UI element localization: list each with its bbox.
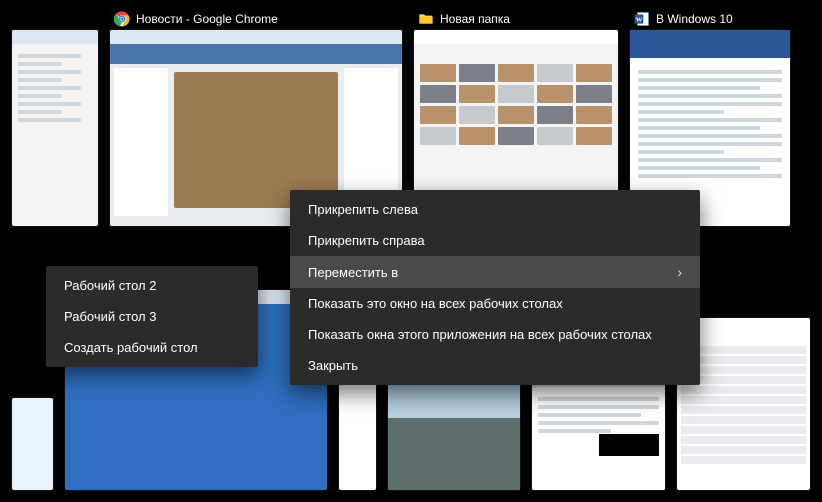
menu-item-label: Закрыть bbox=[308, 358, 358, 373]
task-view: Новости - Google Chrome Новая папка bbox=[0, 0, 822, 502]
menu-item-label: Рабочий стол 2 bbox=[64, 278, 156, 293]
word-icon: W bbox=[634, 11, 650, 27]
folder-icon bbox=[418, 11, 434, 27]
menu-item-label: Создать рабочий стол bbox=[64, 340, 198, 355]
svg-text:W: W bbox=[636, 17, 643, 24]
chevron-right-icon: › bbox=[677, 264, 682, 280]
window-title-label: В Windows 10 bbox=[656, 12, 733, 26]
window-title-label: Новости - Google Chrome bbox=[136, 12, 278, 26]
window-thumbnail-unlabeled[interactable] bbox=[12, 10, 98, 226]
window-title-bar: Новая папка bbox=[414, 10, 618, 30]
submenu-item-new-desktop[interactable]: Создать рабочий стол bbox=[46, 332, 258, 363]
window-title-bar: W В Windows 10 bbox=[630, 10, 790, 30]
menu-item-show-app-all-desktops[interactable]: Показать окна этого приложения на всех р… bbox=[290, 319, 700, 350]
window-context-menu: Прикрепить слева Прикрепить справа Перем… bbox=[290, 190, 700, 385]
menu-item-label: Переместить в bbox=[308, 265, 398, 280]
submenu-item-desktop-2[interactable]: Рабочий стол 2 bbox=[46, 270, 258, 301]
thumbnail-preview bbox=[12, 30, 98, 226]
menu-item-move-to[interactable]: Переместить в › bbox=[290, 256, 700, 288]
window-thumbnail[interactable] bbox=[12, 398, 53, 490]
chrome-icon bbox=[114, 11, 130, 27]
menu-item-show-window-all-desktops[interactable]: Показать это окно на всех рабочих столах bbox=[290, 288, 700, 319]
submenu-item-desktop-3[interactable]: Рабочий стол 3 bbox=[46, 301, 258, 332]
window-title-bar: Новости - Google Chrome bbox=[110, 10, 402, 30]
window-title-label: Новая папка bbox=[440, 12, 510, 26]
menu-item-snap-right[interactable]: Прикрепить справа bbox=[290, 225, 700, 256]
menu-item-label: Рабочий стол 3 bbox=[64, 309, 156, 324]
move-to-submenu: Рабочий стол 2 Рабочий стол 3 Создать ра… bbox=[46, 266, 258, 367]
menu-item-label: Показать это окно на всех рабочих столах bbox=[308, 296, 563, 311]
menu-item-label: Прикрепить справа bbox=[308, 233, 425, 248]
menu-item-label: Прикрепить слева bbox=[308, 202, 418, 217]
menu-item-close[interactable]: Закрыть bbox=[290, 350, 700, 381]
menu-item-label: Показать окна этого приложения на всех р… bbox=[308, 327, 652, 342]
menu-item-snap-left[interactable]: Прикрепить слева bbox=[290, 194, 700, 225]
